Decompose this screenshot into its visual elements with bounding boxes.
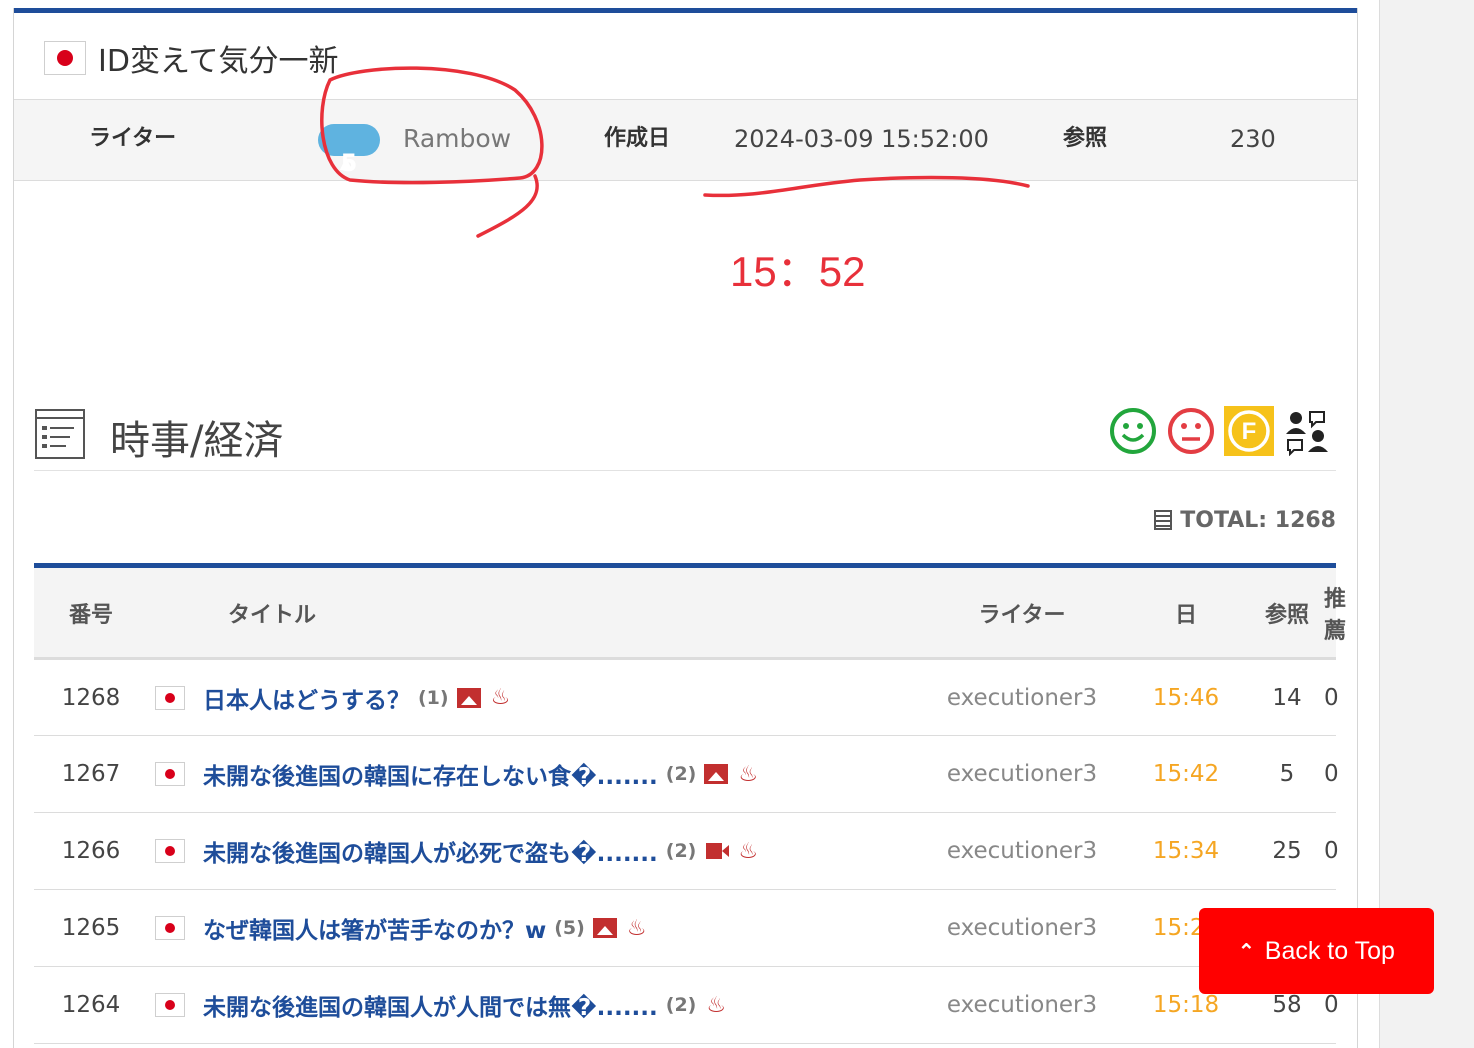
date-value: 2024-03-09 15:52:00 <box>734 125 989 153</box>
writer-label: ライター <box>89 126 177 151</box>
row-date: 15:34 <box>1152 838 1220 864</box>
post-list-table: 番号 タイトル ライター 日 参照 推薦 1268 日本人はどうする？ (1) … <box>34 563 1347 1044</box>
post-meta-bar: ライター ▲ 5 Rambow 作成日 2024-03-09 15:52:00 … <box>14 99 1357 181</box>
row-writer[interactable]: executioner3 <box>923 736 1121 813</box>
row-title-cell: 日本人はどうする？ (1) ♨ <box>148 659 923 736</box>
japan-flag-icon <box>44 41 86 75</box>
japan-flag-icon <box>155 685 185 710</box>
hot-flame-icon: ♨ <box>706 992 727 1018</box>
row-num: 1264 <box>61 992 121 1018</box>
views-label: 参照 <box>1063 126 1108 151</box>
row-title-link[interactable]: 日本人はどうする？ <box>203 681 410 715</box>
writer-name-link[interactable]: Rambow <box>403 100 511 178</box>
row-comment-count: (5) <box>554 917 585 939</box>
row-views: 25 <box>1272 838 1302 864</box>
smile-icon[interactable] <box>1108 406 1158 456</box>
row-writer[interactable]: executioner3 <box>923 890 1121 967</box>
frown-icon[interactable] <box>1166 406 1216 456</box>
japan-flag-icon <box>155 916 185 940</box>
table-row[interactable]: 1268 日本人はどうする？ (1) ♨ executioner3 15:46 … <box>34 659 1339 736</box>
japan-flag-icon <box>155 839 185 863</box>
board-list-icon <box>35 409 85 459</box>
writer-level: 5 <box>340 149 358 177</box>
hot-flame-icon: ♨ <box>626 915 647 941</box>
chevron-up-icon: ⌃ <box>1238 940 1255 963</box>
row-num: 1266 <box>61 838 121 864</box>
row-comment-count: (1) <box>418 686 449 709</box>
row-views: 14 <box>1272 684 1302 711</box>
row-date: 15:42 <box>1152 761 1220 787</box>
table-row[interactable]: 1264 未開な後進国の韓国人が人間では無�....... (2) ♨ exec… <box>34 967 1339 1044</box>
date-label: 作成日 <box>604 126 671 151</box>
hot-flame-icon: ♨ <box>738 761 759 787</box>
row-num: 1265 <box>61 915 121 941</box>
post-title: ID変えて気分一新 <box>44 38 339 79</box>
japan-flag-icon <box>155 993 185 1017</box>
col-views: 参照 <box>1264 602 1309 628</box>
row-writer[interactable]: executioner3 <box>923 967 1121 1044</box>
back-to-top-label: Back to Top <box>1264 936 1395 965</box>
total-text: TOTAL: 1268 <box>1180 508 1336 533</box>
row-date: 15:46 <box>1152 684 1220 711</box>
row-writer[interactable]: executioner3 <box>923 659 1121 736</box>
row-num: 1267 <box>61 761 121 787</box>
row-title-cell: なぜ韓国人は箸が苦手なのか？w (5) ♨ <box>148 890 923 967</box>
f-badge-icon[interactable]: F <box>1224 406 1274 456</box>
table-row[interactable]: 1266 未開な後進国の韓国人が必死で盗も�....... (2) ♨ exec… <box>34 813 1339 890</box>
svg-text:F: F <box>1242 418 1257 445</box>
writer-level-badge: ▲ 5 <box>318 124 380 177</box>
row-recommend: 0 <box>1324 684 1339 711</box>
table-header: 番号 タイトル ライター 日 参照 推薦 <box>34 565 1347 659</box>
image-icon <box>704 764 729 784</box>
col-recommend: 推薦 <box>1324 586 1347 644</box>
row-title-link[interactable]: なぜ韓国人は箸が苦手なのか？w <box>203 911 546 945</box>
back-to-top-button[interactable]: ⌃ Back to Top <box>1199 908 1434 994</box>
col-num: 番号 <box>68 602 113 628</box>
row-title-cell: 未開な後進国の韓国人が人間では無�....... (2) ♨ <box>148 967 923 1044</box>
image-icon <box>592 918 617 938</box>
row-comment-count: (2) <box>665 994 697 1016</box>
col-date: 日 <box>1174 602 1197 628</box>
post-title-text: ID変えて気分一新 <box>98 44 339 79</box>
row-title-cell: 未開な後進国の韓国人が必死で盗も�....... (2) ♨ <box>148 813 923 890</box>
table-row[interactable]: 1265 なぜ韓国人は箸が苦手なのか？w (5) ♨ executioner3 … <box>34 890 1339 967</box>
list-icon <box>1154 510 1173 530</box>
board-filter-icons: F <box>1108 406 1332 456</box>
image-icon <box>456 687 481 708</box>
row-title-link[interactable]: 未開な後進国の韓国に存在しない食�....... <box>203 757 658 791</box>
people-chat-icon[interactable] <box>1282 406 1332 456</box>
col-title: タイトル <box>228 602 317 628</box>
table-header-row: 番号 タイトル ライター 日 参照 推薦 <box>34 565 1347 659</box>
row-title-cell: 未開な後進国の韓国に存在しない食�....... (2) ♨ <box>148 736 923 813</box>
col-writer: ライター <box>978 602 1066 628</box>
row-views: 5 <box>1279 761 1295 787</box>
total-count: TOTAL: 1268 <box>1150 508 1336 533</box>
table-row[interactable]: 1267 未開な後進国の韓国に存在しない食�....... (2) ♨ exec… <box>34 736 1339 813</box>
row-comment-count: (2) <box>665 840 697 862</box>
right-sidebar <box>1379 0 1474 1048</box>
board-header: 時事/経済 F <box>34 400 1336 471</box>
row-writer[interactable]: executioner3 <box>923 813 1121 890</box>
hot-flame-icon: ♨ <box>490 685 511 710</box>
video-icon <box>706 843 730 859</box>
row-title-link[interactable]: 未開な後進国の韓国人が人間では無�....... <box>203 988 658 1022</box>
japan-flag-icon <box>155 762 185 786</box>
row-recommend: 0 <box>1324 838 1339 864</box>
board-title: 時事/経済 <box>110 418 284 464</box>
annotation-time-text: 15：52 <box>730 248 866 295</box>
row-title-link[interactable]: 未開な後進国の韓国人が必死で盗も�....... <box>203 834 658 868</box>
post-top-border <box>14 8 1357 13</box>
views-value: 230 <box>1230 125 1276 153</box>
hot-flame-icon: ♨ <box>738 838 759 864</box>
row-recommend: 0 <box>1324 761 1339 787</box>
row-num: 1268 <box>61 684 121 711</box>
row-comment-count: (2) <box>665 763 697 785</box>
